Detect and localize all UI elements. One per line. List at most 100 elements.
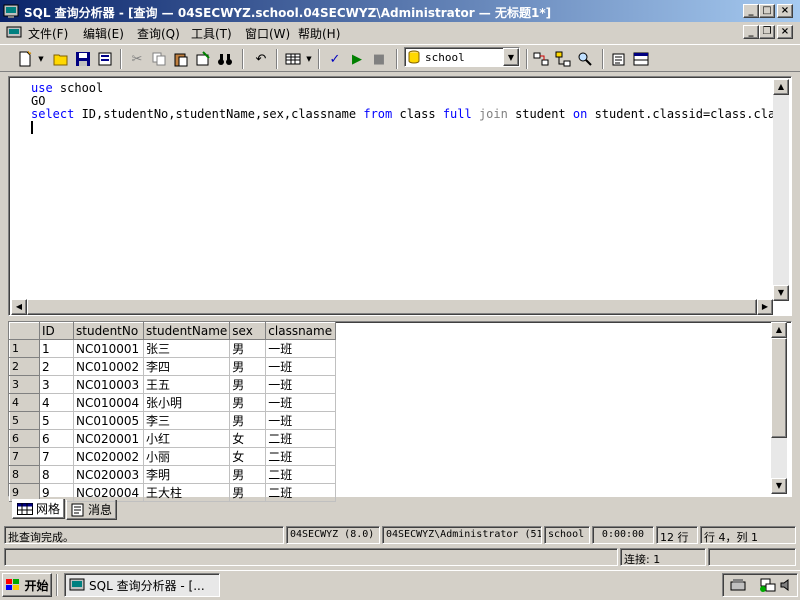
mdi-close-button[interactable]: × bbox=[777, 25, 793, 39]
corner-cell[interactable] bbox=[9, 322, 40, 340]
save-icon[interactable] bbox=[72, 49, 94, 69]
title-bar[interactable]: SQL 查询分析器 - [查询 — 04SECWYZ.school.04SECW… bbox=[0, 0, 800, 22]
table-row[interactable]: 2 2 NC010002 李四男一班 bbox=[9, 357, 337, 376]
table-row[interactable]: 8 8 NC020003 李明男二班 bbox=[9, 465, 337, 484]
grid-scroll-up-icon[interactable]: ▲ bbox=[771, 322, 787, 338]
tab-grid[interactable]: 网格 bbox=[12, 499, 66, 519]
scroll-up-icon[interactable]: ▲ bbox=[773, 79, 789, 95]
new-dropdown-icon[interactable]: ▼ bbox=[36, 49, 46, 69]
mdi-restore-button[interactable]: ❐ bbox=[759, 25, 775, 39]
cell-id[interactable]: 4 bbox=[39, 393, 74, 412]
menu-query[interactable]: 查询(Q) bbox=[137, 25, 180, 42]
cell-id[interactable]: 3 bbox=[39, 375, 74, 394]
cell-sex[interactable]: 男 bbox=[229, 375, 267, 394]
cell-sex[interactable]: 女 bbox=[229, 447, 267, 466]
cell-sex[interactable]: 男 bbox=[229, 411, 267, 430]
open-folder-icon[interactable] bbox=[50, 49, 72, 69]
scroll-thumb[interactable] bbox=[27, 299, 757, 315]
cell-studentname[interactable]: 张小明 bbox=[143, 393, 231, 412]
scroll-down-icon[interactable]: ▼ bbox=[773, 285, 789, 301]
cell-studentname[interactable]: 小红 bbox=[143, 429, 231, 448]
query-editor[interactable]: use school GO select ID,studentNo,studen… bbox=[11, 79, 773, 301]
results-dropdown-icon[interactable]: ▼ bbox=[304, 49, 314, 69]
clear-window-icon[interactable] bbox=[192, 49, 214, 69]
table-row[interactable]: 1 1 NC010001 张三男一班 bbox=[9, 339, 337, 358]
column-header-studentno[interactable]: studentNo bbox=[73, 322, 144, 340]
cell-classname[interactable]: 一班 bbox=[265, 411, 337, 430]
close-button[interactable]: × bbox=[777, 4, 793, 18]
document-icon[interactable] bbox=[6, 24, 22, 40]
grid-vertical-scrollbar[interactable]: ▲ ▼ bbox=[771, 322, 787, 494]
cell-studentno[interactable]: NC010005 bbox=[73, 411, 144, 430]
volume-tray-icon[interactable] bbox=[779, 577, 795, 593]
cell-classname[interactable]: 一班 bbox=[265, 375, 337, 394]
cell-sex[interactable]: 男 bbox=[229, 465, 267, 484]
find-binoculars-icon[interactable] bbox=[214, 49, 236, 69]
object-search-icon[interactable] bbox=[574, 49, 596, 69]
parse-checkmark-icon[interactable]: ✓ bbox=[324, 49, 346, 69]
row-header[interactable]: 1 bbox=[9, 339, 40, 358]
cell-studentno[interactable]: NC020004 bbox=[73, 483, 144, 502]
cell-classname[interactable]: 一班 bbox=[265, 393, 337, 412]
current-connection-properties-icon[interactable] bbox=[608, 49, 630, 69]
results-grid-icon[interactable] bbox=[282, 49, 304, 69]
cell-classname[interactable]: 二班 bbox=[265, 465, 337, 484]
table-row[interactable]: 4 4 NC010004 张小明男一班 bbox=[9, 393, 337, 412]
sql-server-tray-icon[interactable] bbox=[729, 577, 747, 593]
menu-tools[interactable]: 工具(T) bbox=[191, 25, 232, 42]
show-results-pane-icon[interactable] bbox=[630, 49, 652, 69]
object-browser-icon[interactable] bbox=[552, 49, 574, 69]
cell-studentno[interactable]: NC020002 bbox=[73, 447, 144, 466]
row-header[interactable]: 4 bbox=[9, 393, 40, 412]
row-header[interactable]: 7 bbox=[9, 447, 40, 466]
database-dropdown-icon[interactable]: ▼ bbox=[503, 48, 519, 66]
cell-sex[interactable]: 女 bbox=[229, 429, 267, 448]
cell-sex[interactable]: 男 bbox=[229, 339, 267, 358]
column-header-id[interactable]: ID bbox=[39, 322, 74, 340]
row-header[interactable]: 6 bbox=[9, 429, 40, 448]
menu-help[interactable]: 帮助(H) bbox=[298, 25, 340, 42]
cell-studentname[interactable]: 李明 bbox=[143, 465, 231, 484]
menu-file[interactable]: 文件(F) bbox=[28, 25, 68, 42]
minimize-button[interactable]: _ bbox=[743, 4, 759, 18]
menu-window[interactable]: 窗口(W) bbox=[245, 25, 290, 42]
new-query-icon[interactable] bbox=[14, 49, 36, 69]
editor-horizontal-scrollbar[interactable]: ◀ ▶ bbox=[11, 299, 773, 315]
network-tray-icon[interactable] bbox=[759, 577, 777, 593]
table-row[interactable]: 5 5 NC010005 李三男一班 bbox=[9, 411, 337, 430]
cell-classname[interactable]: 一班 bbox=[265, 357, 337, 376]
scroll-left-icon[interactable]: ◀ bbox=[11, 299, 27, 315]
cell-id[interactable]: 1 bbox=[39, 339, 74, 358]
execute-play-icon[interactable]: ▶ bbox=[346, 49, 368, 69]
mdi-minimize-button[interactable]: _ bbox=[743, 25, 759, 39]
paste-icon[interactable] bbox=[170, 49, 192, 69]
column-header-classname[interactable]: classname bbox=[265, 322, 337, 340]
cell-studentno[interactable]: NC010001 bbox=[73, 339, 144, 358]
table-row[interactable]: 3 3 NC010003 王五男一班 bbox=[9, 375, 337, 394]
cell-studentname[interactable]: 张三 bbox=[143, 339, 231, 358]
cell-studentno[interactable]: NC010002 bbox=[73, 357, 144, 376]
editor-vertical-scrollbar[interactable]: ▲ ▼ bbox=[773, 79, 789, 301]
cell-classname[interactable]: 二班 bbox=[265, 447, 337, 466]
row-header[interactable]: 5 bbox=[9, 411, 40, 430]
cancel-stop-icon[interactable]: ■ bbox=[368, 49, 390, 69]
insert-template-icon[interactable] bbox=[94, 49, 116, 69]
start-button[interactable]: 开始 bbox=[2, 573, 52, 597]
copy-icon[interactable] bbox=[148, 49, 170, 69]
cell-studentname[interactable]: 李三 bbox=[143, 411, 231, 430]
grid-scroll-thumb[interactable] bbox=[771, 338, 787, 438]
cell-id[interactable]: 5 bbox=[39, 411, 74, 430]
tab-messages[interactable]: 消息 bbox=[66, 500, 118, 520]
cell-classname[interactable]: 一班 bbox=[265, 339, 337, 358]
cell-id[interactable]: 6 bbox=[39, 429, 74, 448]
table-row[interactable]: 6 6 NC020001 小红女二班 bbox=[9, 429, 337, 448]
column-header-sex[interactable]: sex bbox=[229, 322, 267, 340]
cell-id[interactable]: 2 bbox=[39, 357, 74, 376]
row-header[interactable]: 3 bbox=[9, 375, 40, 394]
cell-studentno[interactable]: NC020001 bbox=[73, 429, 144, 448]
cell-id[interactable]: 8 bbox=[39, 465, 74, 484]
cell-studentno[interactable]: NC010003 bbox=[73, 375, 144, 394]
sql-code[interactable]: use school GO select ID,studentNo,studen… bbox=[31, 82, 773, 137]
grid-scroll-down-icon[interactable]: ▼ bbox=[771, 478, 787, 494]
cell-id[interactable]: 7 bbox=[39, 447, 74, 466]
